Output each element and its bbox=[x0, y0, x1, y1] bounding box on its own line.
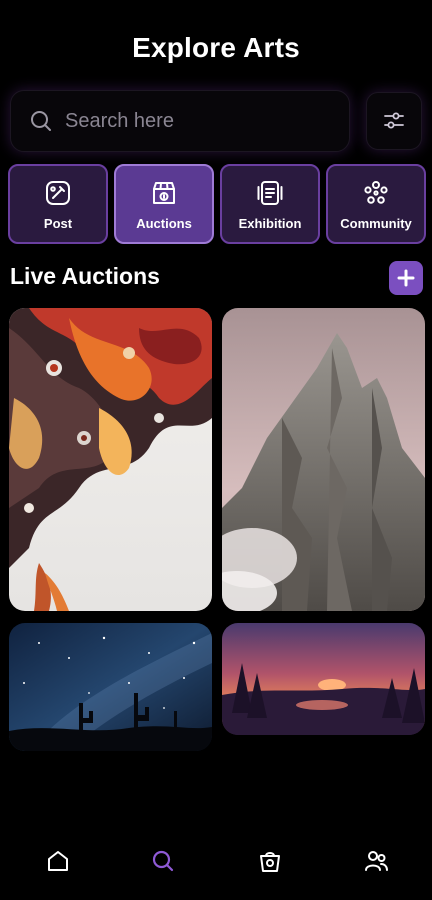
nav-home[interactable] bbox=[43, 846, 73, 876]
post-icon bbox=[46, 180, 70, 205]
category-label: Community bbox=[340, 215, 412, 231]
artwork-image bbox=[222, 623, 425, 735]
search-bar[interactable]: Search here bbox=[10, 90, 350, 152]
category-row: Post Auctions Exhibition Community bbox=[8, 164, 426, 244]
auction-bag-icon bbox=[260, 852, 280, 872]
live-auctions-title: Live Auctions bbox=[10, 263, 160, 289]
home-icon bbox=[48, 851, 68, 871]
category-exhibition[interactable]: Exhibition bbox=[220, 164, 320, 244]
category-label: Post bbox=[43, 215, 73, 231]
search-icon bbox=[31, 111, 51, 131]
nav-profile[interactable] bbox=[361, 846, 391, 876]
bottom-nav bbox=[0, 836, 432, 886]
page-title: Explore Arts bbox=[132, 32, 300, 63]
exhibition-icon bbox=[257, 180, 283, 205]
category-community[interactable]: Community bbox=[326, 164, 426, 244]
nav-auctions[interactable] bbox=[255, 846, 285, 876]
filter-button[interactable] bbox=[366, 92, 422, 150]
artwork-image bbox=[9, 623, 212, 751]
auction-card-fluid-abstract[interactable] bbox=[9, 308, 212, 611]
explore-search-icon bbox=[152, 850, 174, 872]
nav-explore[interactable] bbox=[148, 846, 178, 876]
profile-users-icon bbox=[365, 851, 388, 871]
auction-card-starry-desert[interactable] bbox=[9, 623, 212, 751]
auction-card-mountain[interactable] bbox=[222, 308, 425, 611]
auction-store-icon bbox=[153, 181, 175, 204]
add-button[interactable] bbox=[389, 261, 423, 295]
sliders-icon bbox=[384, 112, 404, 129]
plus-icon bbox=[397, 269, 415, 287]
artwork-image bbox=[9, 308, 212, 611]
auction-card-sunset-lake[interactable] bbox=[222, 623, 425, 735]
search-input[interactable]: Search here bbox=[65, 110, 174, 133]
category-auctions[interactable]: Auctions bbox=[114, 164, 214, 244]
category-post[interactable]: Post bbox=[8, 164, 108, 244]
community-icon bbox=[364, 180, 388, 204]
category-label: Exhibition bbox=[238, 215, 302, 231]
category-label: Auctions bbox=[136, 215, 192, 231]
artwork-image bbox=[222, 308, 425, 611]
